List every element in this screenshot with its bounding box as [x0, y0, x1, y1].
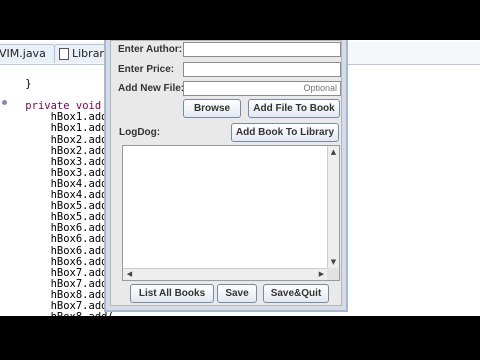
list-all-books-button[interactable]: List All Books: [130, 284, 214, 303]
scroll-down-icon[interactable]: ▼: [328, 257, 339, 267]
file-path-field[interactable]: Optional: [183, 81, 341, 96]
scroll-up-icon[interactable]: ▲: [328, 147, 339, 157]
price-field[interactable]: [183, 62, 341, 77]
scroll-left-icon[interactable]: ◀: [124, 269, 135, 279]
add-book-dialog: Enter Author: Enter Price: Add New File:…: [104, 40, 348, 312]
price-label: Enter Price:: [118, 64, 175, 75]
add-file-button[interactable]: Add File To Book: [248, 99, 340, 118]
scroll-right-icon[interactable]: ▶: [316, 269, 327, 279]
editor-tab-vim[interactable]: VIM.java: [0, 44, 55, 63]
java-file-icon: [59, 48, 69, 60]
editor-tab-label: VIM.java: [0, 47, 46, 60]
browse-button[interactable]: Browse: [183, 99, 241, 118]
author-label: Enter Author:: [118, 44, 183, 55]
log-textarea[interactable]: ▲ ▼ ◀ ▶: [122, 145, 340, 281]
author-field[interactable]: [183, 42, 341, 57]
scrollbar-corner: [327, 268, 339, 280]
file-label: Add New File:: [118, 83, 185, 94]
log-label: LogDog:: [119, 127, 161, 138]
log-horizontal-scrollbar[interactable]: ◀ ▶: [123, 268, 328, 280]
code-line: hBox8.add(: [0, 312, 480, 316]
save-button[interactable]: Save: [217, 284, 257, 303]
log-vertical-scrollbar[interactable]: ▲ ▼: [327, 146, 339, 268]
add-book-button[interactable]: Add Book To Library: [231, 123, 339, 142]
save-and-quit-button[interactable]: Save&Quit: [263, 284, 329, 303]
dialog-content-panel: Enter Author: Enter Price: Add New File:…: [110, 40, 342, 306]
